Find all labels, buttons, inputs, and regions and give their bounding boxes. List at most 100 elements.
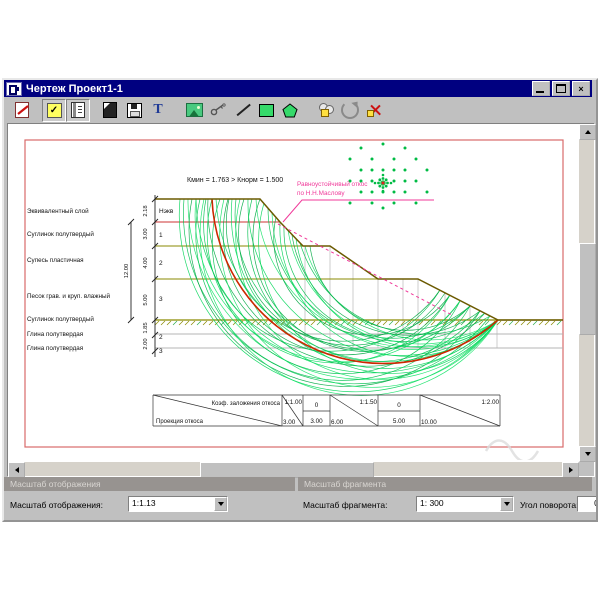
hatch-tick: [431, 321, 435, 325]
trial-center-dot: [382, 169, 385, 172]
dimension-value: 4.00: [143, 257, 149, 268]
overall-dimension-value: 12.00: [124, 264, 130, 279]
image-button[interactable]: [182, 99, 206, 122]
hatch-tick: [209, 321, 213, 325]
trial-center-dot: [378, 185, 381, 188]
hatch-tick: [179, 321, 183, 325]
key-button[interactable]: [206, 99, 230, 122]
maximize-icon: [556, 84, 566, 93]
trial-center-dot: [390, 182, 393, 185]
trial-center-dot: [382, 190, 385, 193]
layer-number-label: Нэкв: [159, 208, 174, 215]
trial-center-dot: [393, 191, 396, 194]
vertical-scroll-thumb[interactable]: [579, 243, 596, 335]
scroll-right-button[interactable]: [562, 462, 579, 478]
pentagon-icon: [282, 103, 298, 118]
polygon-tool-button[interactable]: [278, 99, 302, 122]
display-scale-dropdown-button[interactable]: [214, 497, 227, 511]
chevron-down-icon: [218, 502, 224, 506]
layer-number-label: 2: [159, 334, 163, 341]
slope-projection-value: 3.00: [310, 418, 323, 425]
trial-center-dot: [393, 180, 396, 183]
trial-center-dot: [404, 147, 407, 150]
drawing-canvas[interactable]: Кмин = 1.763 > Кнорм = 1.500 Равноустойчи…: [7, 123, 595, 477]
maslov-annotation-line2: по Н.Н.Маслову: [297, 190, 345, 197]
layer-number-label: 1: [159, 232, 163, 239]
new-page-button[interactable]: [98, 99, 122, 122]
page-icon: [103, 102, 117, 118]
vertical-scrollbar[interactable]: [579, 124, 594, 462]
dimension-value: 2.18: [143, 205, 149, 216]
scroll-down-button[interactable]: [579, 446, 596, 462]
delete-button[interactable]: [362, 99, 386, 122]
slip-circle-arc: [296, 239, 498, 347]
horizontal-scroll-thumb[interactable]: [200, 462, 374, 478]
trial-center-dot: [404, 169, 407, 172]
hatch-tick: [173, 321, 177, 325]
save-button[interactable]: [122, 99, 146, 122]
line-tool-button[interactable]: [230, 99, 254, 122]
minimize-icon: [536, 91, 544, 93]
trial-center-dot: [382, 177, 385, 180]
trial-center-dot: [393, 202, 396, 205]
trial-center-dot: [393, 169, 396, 172]
soil-layer-label: Суглинок полутвердый: [27, 230, 94, 238]
title-bar[interactable]: Чертеж Проект1-1 ×: [4, 80, 592, 97]
layer-number-label: 3: [159, 296, 163, 303]
hatch-tick: [299, 321, 303, 325]
critical-slip-circle: [212, 199, 498, 363]
fragment-scale-label: Масштаб фрагмента:: [303, 500, 387, 510]
trial-center-dot: [371, 191, 374, 194]
trial-center-dot: [349, 158, 352, 161]
hatch-tick: [197, 321, 201, 325]
app-icon: [6, 82, 22, 96]
edit-drawing-button[interactable]: [10, 99, 34, 122]
safety-factor-annotation: Кмин = 1.763 > Кнорм = 1.500: [187, 177, 283, 184]
soil-layer-label: Эквивалентный слой: [27, 207, 89, 215]
close-button[interactable]: ×: [572, 81, 590, 96]
chevron-down-icon: [504, 502, 510, 506]
hatch-tick: [527, 321, 531, 325]
image-icon: [186, 103, 203, 117]
minimize-button[interactable]: [532, 81, 550, 96]
checkbox-icon: ✓: [47, 103, 62, 118]
group-button[interactable]: [314, 99, 338, 122]
notes-list-button[interactable]: [66, 99, 90, 122]
slope-coefficient-value: 1:2.00: [481, 399, 499, 406]
trial-center-dot: [378, 178, 381, 181]
watermark-swirl: [486, 441, 538, 461]
hatch-tick: [161, 321, 165, 325]
horizontal-scrollbar[interactable]: [8, 462, 579, 476]
fragment-scale-combo[interactable]: 1: 300: [416, 496, 514, 512]
rotate-icon: [341, 101, 359, 119]
rotate-button[interactable]: [338, 99, 362, 122]
scroll-up-button[interactable]: [579, 124, 596, 140]
maximize-button[interactable]: [552, 81, 570, 96]
hatch-tick: [383, 321, 387, 325]
text-tool-button[interactable]: T: [146, 99, 170, 122]
hatch-tick: [533, 321, 537, 325]
slope-stability-drawing[interactable]: Кмин = 1.763 > Кнорм = 1.500 Равноустойчи…: [8, 124, 577, 460]
scroll-left-button[interactable]: [8, 462, 25, 478]
slope-coefficient-value: 0: [315, 402, 319, 409]
hatch-tick: [551, 321, 555, 325]
rectangle-tool-button[interactable]: [254, 99, 278, 122]
fragment-scale-value: 1: 300: [420, 498, 444, 508]
trial-center-dot: [371, 169, 374, 172]
trial-center-dot: [415, 180, 418, 183]
layers-check-button[interactable]: ✓: [42, 99, 66, 122]
hatch-tick: [557, 321, 561, 325]
fragment-scale-dropdown-button[interactable]: [500, 497, 513, 511]
hatch-tick: [545, 321, 549, 325]
scrollbar-corner: [579, 462, 594, 476]
maslov-annotation-line1: Равноустойчивый откос: [297, 180, 368, 188]
slip-circle-arc: [188, 199, 498, 379]
slip-circle-arc: [253, 199, 460, 351]
soil-layer-label: Песок грав. и круп. влажный: [27, 292, 111, 300]
maslov-callout-line: [283, 200, 434, 222]
display-scale-combo[interactable]: 1:1.13: [128, 496, 228, 512]
rotation-angle-field[interactable]: 0°0: [577, 496, 598, 512]
critical-center-dot: [381, 181, 384, 184]
hatch-tick: [503, 321, 507, 325]
hatch-tick: [155, 321, 159, 325]
